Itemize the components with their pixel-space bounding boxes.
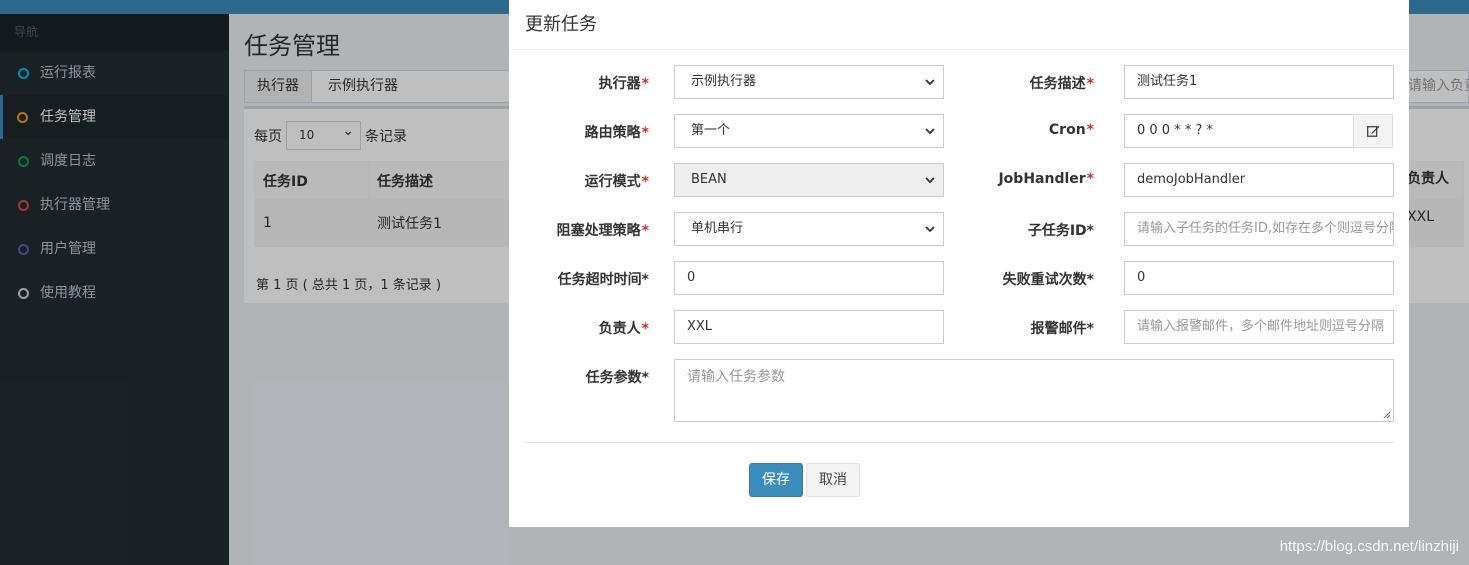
job-handler-input[interactable]: demoJobHandler [1124,163,1394,197]
chevron-down-icon [925,164,935,184]
job-desc-label: 任务描述* [1029,76,1094,92]
retry-count-input[interactable]: 0 [1124,261,1394,295]
author-input[interactable]: XXL [674,310,944,344]
alarm-email-label: 报警邮件* [1030,321,1094,337]
child-job-input[interactable]: 请输入子任务的任务ID,如存在多个则逗号分隔 [1124,212,1394,246]
author-label: 负责人* [598,321,649,337]
block-strategy-label: 阻塞处理策略* [556,223,649,239]
executor-label: 执行器* [598,76,649,92]
job-param-textarea[interactable]: 请输入任务参数 [674,359,1394,422]
chevron-down-icon [925,213,935,233]
cron-edit-button[interactable] [1353,114,1393,148]
job-param-label: 任务参数* [585,370,649,386]
divider [524,442,1394,443]
route-strategy-label: 路由策略* [584,125,649,141]
save-button[interactable]: 保存 [749,463,803,497]
timeout-label: 任务超时时间* [557,272,649,288]
cron-label: Cron* [1048,122,1094,138]
child-job-label: 子任务ID* [1027,223,1094,239]
cron-input[interactable]: 0 0 0 * * ? * [1124,114,1354,148]
block-strategy-select[interactable]: 单机串行 [674,212,944,246]
alarm-email-input[interactable]: 请输入报警邮件，多个邮件地址则逗号分隔 [1124,310,1394,344]
edit-icon [1367,126,1380,137]
resize-handle-icon[interactable] [1383,411,1391,419]
cancel-button[interactable]: 取消 [806,463,860,497]
timeout-input[interactable]: 0 [674,261,944,295]
retry-count-label: 失败重试次数* [1002,272,1094,288]
executor-select[interactable]: 示例执行器 [674,65,944,99]
run-mode-label: 运行模式* [584,174,649,190]
chevron-down-icon [925,66,935,86]
update-job-modal: 更新任务 执行器* 示例执行器 任务描述* 测试任务1 路由策略* 第一个 Cr… [509,0,1409,527]
job-desc-input[interactable]: 测试任务1 [1124,65,1394,99]
chevron-down-icon [925,115,935,135]
job-handler-label: JobHandler* [998,171,1094,187]
divider [509,49,1409,50]
modal-title: 更新任务 [525,14,597,35]
route-strategy-select[interactable]: 第一个 [674,114,944,148]
watermark: https://blog.csdn.net/linzhiji [1279,538,1459,555]
run-mode-select: BEAN [674,163,944,197]
